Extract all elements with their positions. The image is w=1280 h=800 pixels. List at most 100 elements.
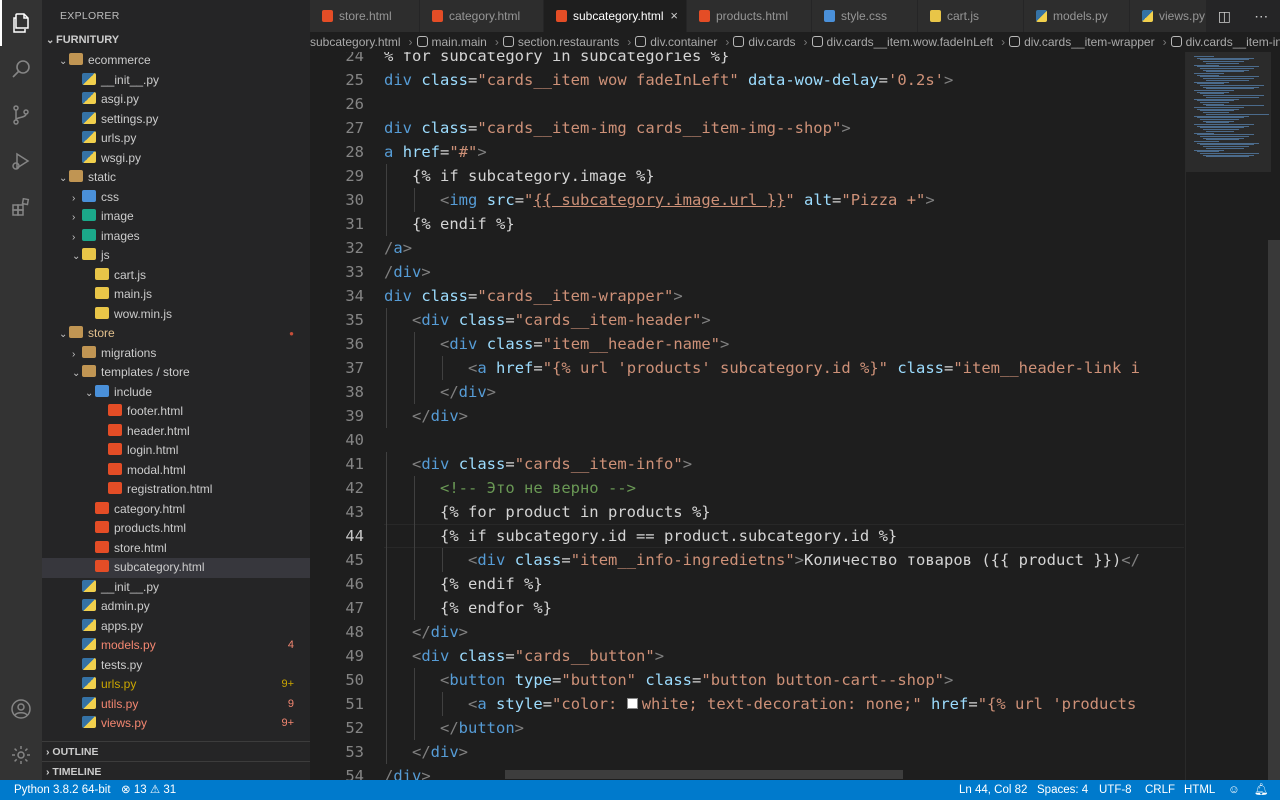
tree-item[interactable]: urls.py xyxy=(42,129,310,149)
code-editor[interactable]: 24 % for subcategory in subcategories %} 2… xyxy=(310,52,1185,780)
tree-item[interactable]: wsgi.py xyxy=(42,149,310,169)
tree-item[interactable]: cart.js xyxy=(42,266,310,286)
tree-item[interactable]: settings.py xyxy=(42,110,310,130)
tab-subcategory-html[interactable]: subcategory.html × xyxy=(544,0,687,32)
code-line[interactable]: {% endfor %} xyxy=(440,596,552,620)
code-line[interactable]: </div> xyxy=(412,404,468,428)
code-line[interactable]: <div class="item__header-name"> xyxy=(440,332,729,356)
code-line[interactable]: a href="#"> xyxy=(384,140,487,164)
tree-item[interactable]: ⌄ templates / store xyxy=(42,363,310,383)
tree-item[interactable]: tests.py xyxy=(42,656,310,676)
explorer-icon[interactable] xyxy=(0,0,42,46)
tree-item[interactable]: ⌄ static xyxy=(42,168,310,188)
code-line[interactable]: <div class="cards__button"> xyxy=(412,644,664,668)
tree-item[interactable]: registration.html xyxy=(42,480,310,500)
code-line[interactable]: {% endif %} xyxy=(440,572,543,596)
tree-item[interactable]: urls.py 9+ xyxy=(42,675,310,695)
breadcrumb-item[interactable]: div.cards xyxy=(748,32,795,52)
code-line[interactable]: </button> xyxy=(440,716,524,740)
close-icon[interactable]: × xyxy=(670,0,678,32)
horizontal-scrollbar[interactable] xyxy=(505,770,903,779)
tab-store-html[interactable]: store.html xyxy=(310,0,420,32)
code-line[interactable]: <div class="cards__item-info"> xyxy=(412,452,692,476)
problems-indicator[interactable]: ⊗ 13 ⚠ 31 xyxy=(121,780,176,800)
code-line[interactable]: <a style="color: white; text-decoration:… xyxy=(468,692,1136,716)
code-line[interactable]: {% endif %} xyxy=(412,212,515,236)
tree-item[interactable]: wow.min.js xyxy=(42,305,310,325)
tree-item[interactable]: ⌄ include xyxy=(42,383,310,403)
minimap[interactable] xyxy=(1185,52,1271,780)
code-line[interactable]: % for subcategory in subcategories %} xyxy=(384,52,729,68)
encoding[interactable]: UTF-8 xyxy=(1099,780,1132,800)
code-line[interactable]: </div> xyxy=(440,380,496,404)
search-icon[interactable] xyxy=(0,46,42,92)
run-debug-icon[interactable] xyxy=(0,138,42,184)
code-line[interactable]: <button type="button" class="button butt… xyxy=(440,668,953,692)
code-line[interactable]: /div> xyxy=(384,260,431,284)
tree-item[interactable]: utils.py 9 xyxy=(42,695,310,715)
tree-item[interactable]: category.html xyxy=(42,500,310,520)
tree-item[interactable]: ⌄ js xyxy=(42,246,310,266)
tab-models-py[interactable]: models.py xyxy=(1024,0,1130,32)
tab-products-html[interactable]: products.html xyxy=(687,0,812,32)
code-line[interactable]: </div> xyxy=(412,620,468,644)
more-actions-icon[interactable]: ⋯ xyxy=(1254,8,1268,25)
extensions-icon[interactable] xyxy=(0,184,42,230)
tab-category-html[interactable]: category.html xyxy=(420,0,544,32)
code-line[interactable]: /div> xyxy=(384,764,431,780)
explorer-root[interactable]: ⌄ FURNITURY xyxy=(42,31,310,51)
vertical-scrollbar[interactable] xyxy=(1268,240,1280,780)
tree-item[interactable]: login.html xyxy=(42,441,310,461)
tree-item[interactable]: ⌄ store ● xyxy=(42,324,310,344)
code-line[interactable]: </div> xyxy=(412,740,468,764)
code-line[interactable]: <div class="cards__item-header"> xyxy=(412,308,711,332)
code-line[interactable]: {% if subcategory.image %} xyxy=(412,164,655,188)
tree-item[interactable]: › image xyxy=(42,207,310,227)
color-swatch[interactable] xyxy=(626,698,638,709)
tree-item[interactable]: __init__.py xyxy=(42,71,310,91)
line-ending[interactable]: CRLF xyxy=(1145,780,1175,800)
feedback-icon[interactable]: ☺ xyxy=(1228,780,1240,800)
breadcrumb-item[interactable]: div.container xyxy=(650,32,717,52)
cursor-position[interactable]: Ln 44, Col 82 xyxy=(959,780,1027,800)
tree-item[interactable]: modal.html xyxy=(42,461,310,481)
tree-item[interactable]: › images xyxy=(42,227,310,247)
tree-item[interactable]: asgi.py xyxy=(42,90,310,110)
tree-item[interactable]: header.html xyxy=(42,422,310,442)
breadcrumb-item[interactable]: div.cards__item-info xyxy=(1186,32,1280,52)
tree-item[interactable]: __init__.py xyxy=(42,578,310,598)
tree-item[interactable]: › css xyxy=(42,188,310,208)
tree-item[interactable]: products.html xyxy=(42,519,310,539)
split-editor-icon[interactable]: ◫ xyxy=(1218,8,1231,25)
code-line[interactable]: <img src="{{ subcategory.image.url }}" a… xyxy=(440,188,935,212)
timeline-section[interactable]: › TIMELINE xyxy=(42,761,310,780)
tab-cart-js[interactable]: cart.js xyxy=(918,0,1024,32)
python-interpreter[interactable]: Python 3.8.2 64-bit xyxy=(14,780,111,800)
account-icon[interactable] xyxy=(0,686,42,732)
tab-style-css[interactable]: style.css xyxy=(812,0,918,32)
tree-item[interactable]: apps.py xyxy=(42,617,310,637)
code-line[interactable]: {% if subcategory.id == product.subcateg… xyxy=(440,524,897,548)
outline-section[interactable]: › OUTLINE xyxy=(42,741,310,761)
tree-item[interactable]: models.py 4 xyxy=(42,636,310,656)
language-mode[interactable]: HTML xyxy=(1184,780,1215,800)
code-line[interactable]: div class="cards__item-img cards__item-i… xyxy=(384,116,851,140)
breadcrumb-item[interactable]: div.cards__item.wow.fadeInLeft xyxy=(827,32,994,52)
code-line[interactable]: div class="cards__item-wrapper"> xyxy=(384,284,683,308)
code-line[interactable]: {% for product in products %} xyxy=(440,500,711,524)
bell-icon[interactable]: 🔔︎ xyxy=(1254,780,1269,800)
tree-item[interactable]: main.js xyxy=(42,285,310,305)
tree-item[interactable]: subcategory.html xyxy=(42,558,310,578)
code-line[interactable]: <!-- Это не верно --> xyxy=(440,476,636,500)
breadcrumb-item[interactable]: section.restaurants xyxy=(518,32,619,52)
source-control-icon[interactable] xyxy=(0,92,42,138)
code-line[interactable]: div class="cards__item wow fadeInLeft" d… xyxy=(384,68,953,92)
tree-item[interactable]: › migrations xyxy=(42,344,310,364)
code-line[interactable]: <a href="{% url 'products' subcategory.i… xyxy=(468,356,1140,380)
breadcrumb-item[interactable]: div.cards__item-wrapper xyxy=(1024,32,1155,52)
gear-icon[interactable] xyxy=(0,732,42,778)
tree-item[interactable]: footer.html xyxy=(42,402,310,422)
breadcrumb-item[interactable]: subcategory.html xyxy=(310,32,401,52)
tree-item[interactable]: admin.py xyxy=(42,597,310,617)
tree-item[interactable]: views.py 9+ xyxy=(42,714,310,734)
